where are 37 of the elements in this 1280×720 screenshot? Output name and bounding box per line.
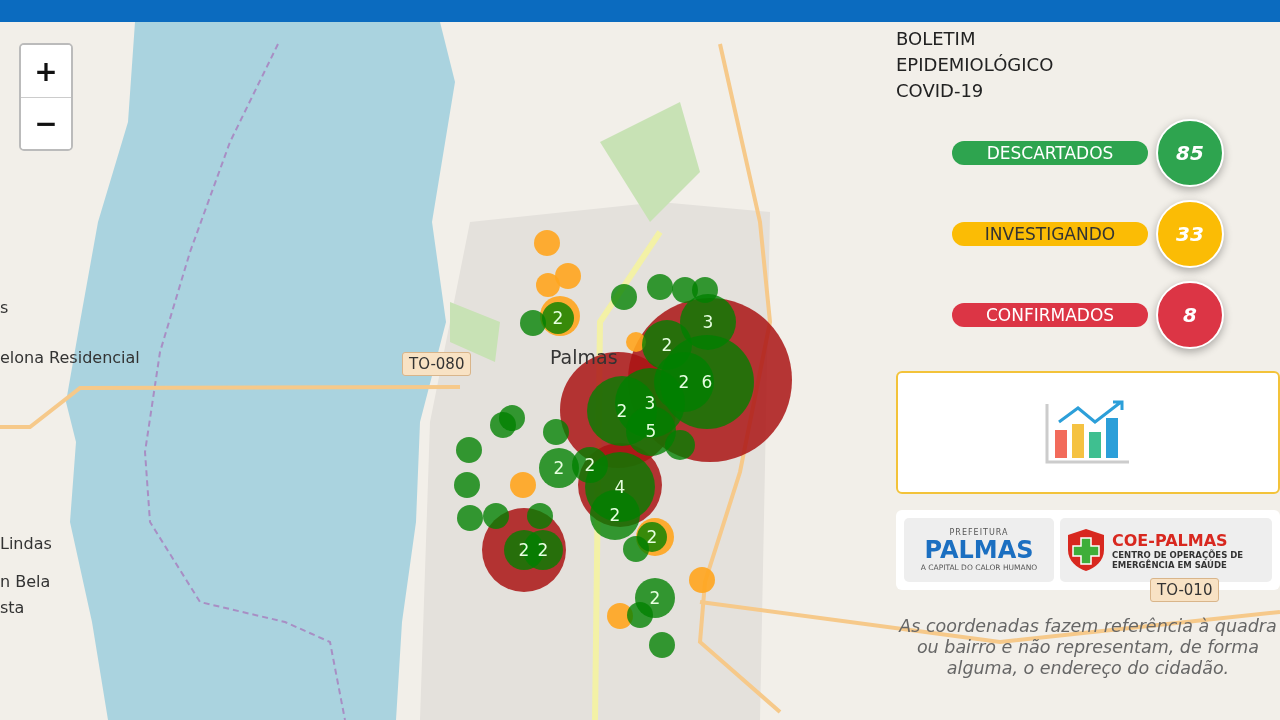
place-label: sta (0, 598, 25, 617)
marker-count: 2 (661, 335, 673, 355)
bulletin-subtitle: COVID-19 (896, 80, 985, 101)
marker-count: 6 (701, 372, 713, 392)
road-label: TO-010 (1150, 578, 1220, 602)
marker-count: 5 (645, 421, 657, 441)
marker-count: 4 (614, 477, 626, 497)
marker-count: 2 (552, 308, 564, 328)
logo-name: COE-PALMAS (1112, 530, 1229, 550)
marker-count: 2 (584, 455, 596, 475)
marker-count: 2 (537, 540, 549, 560)
bulletin-title: BOLETIM EPIDEMIOLÓGICO (896, 27, 1055, 77)
logo-caption: CENTRO DE OPERAÇÕES DE (1112, 549, 1244, 560)
place-label: s (0, 298, 9, 317)
marker-count: 3 (644, 393, 656, 413)
zoom-out-button[interactable]: − (21, 97, 71, 149)
status-label: CONFIRMADOS (952, 303, 1148, 327)
logo-caption: PREFEITURA (949, 528, 1009, 537)
place-label: n Bela (0, 572, 51, 591)
marker-count: 2 (616, 401, 628, 421)
place-label: elona Residencial (0, 348, 140, 367)
status-label: INVESTIGANDO (952, 222, 1148, 246)
chart-button[interactable] (896, 371, 1280, 494)
marker-count: 2 (609, 505, 621, 525)
logo-caption: EMERGÊNCIA EM SAÚDE (1112, 559, 1228, 570)
status-label: DESCARTADOS (952, 141, 1148, 165)
place-label: Lindas (0, 534, 52, 553)
marker-count: 2 (678, 372, 690, 392)
medical-cross-shield-icon (1066, 528, 1106, 572)
marker-count: 2 (518, 540, 530, 560)
bar-chart-icon (1045, 399, 1131, 466)
marker-count: 2 (646, 527, 658, 547)
marker-count: 2 (649, 588, 661, 608)
road-label: TO-080 (402, 352, 472, 376)
marker-count: 2 (553, 458, 565, 478)
marker-count: 3 (702, 312, 714, 332)
logo-name: PALMAS (924, 537, 1034, 563)
